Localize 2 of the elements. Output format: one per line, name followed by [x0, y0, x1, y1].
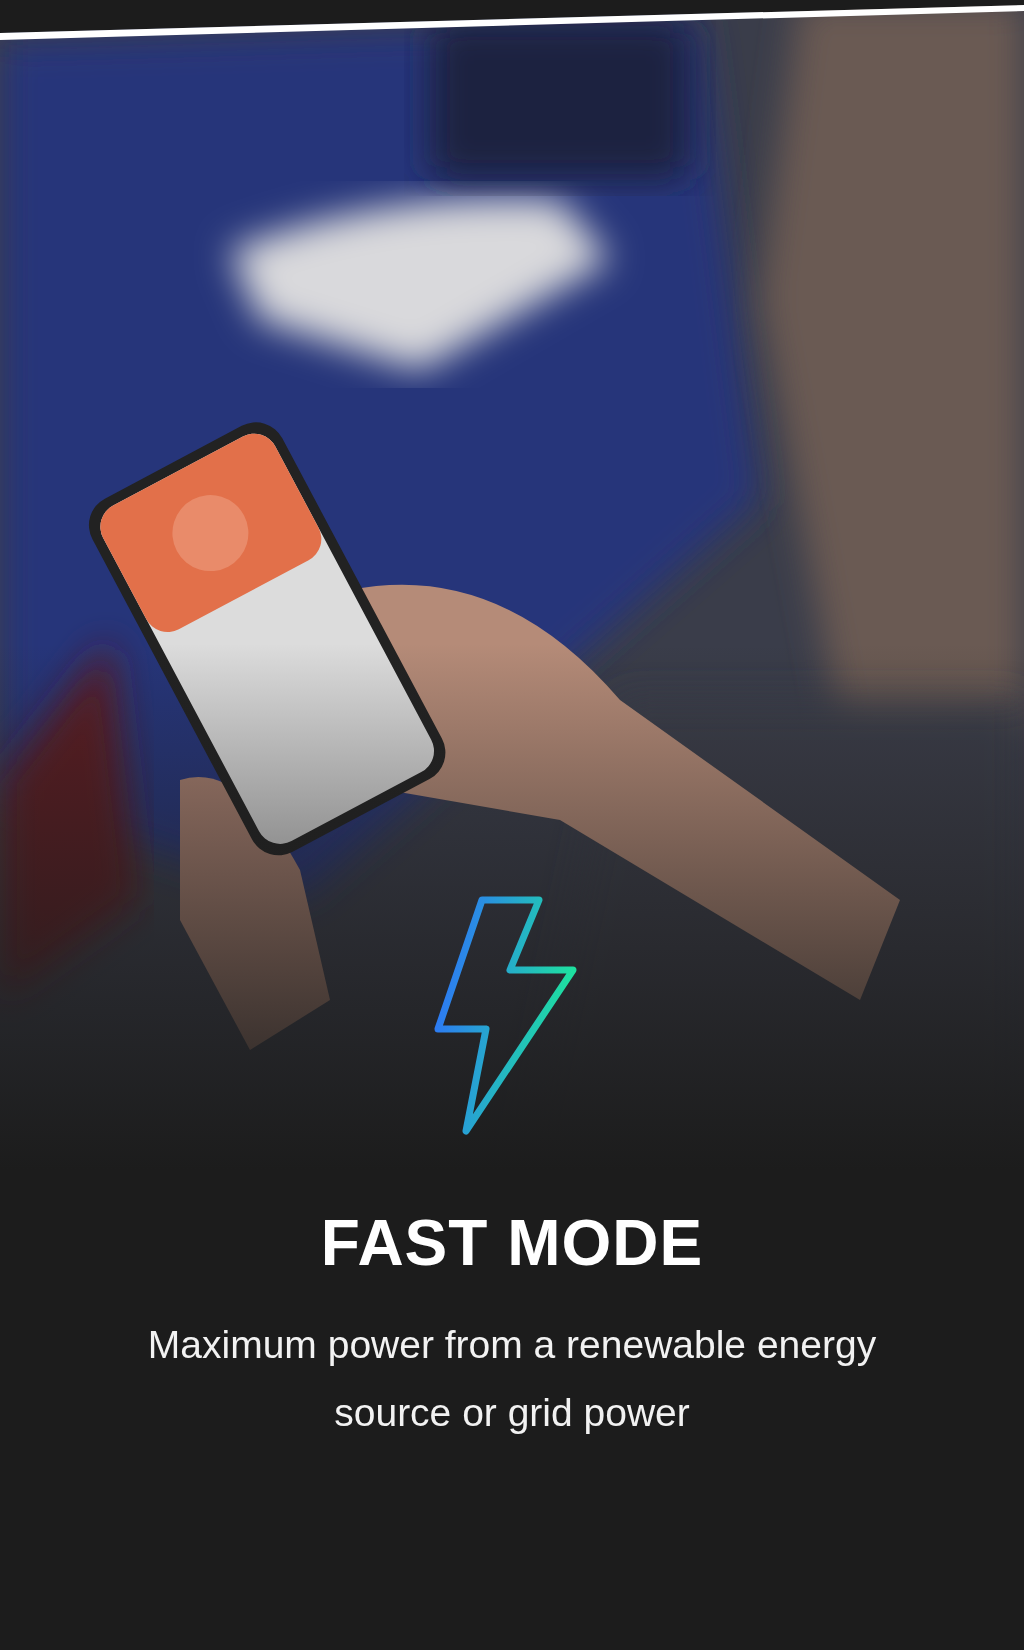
- feature-title: FAST MODE: [319, 1206, 705, 1281]
- feature-description: Maximum power from a renewable energy source or grid power: [146, 1321, 878, 1436]
